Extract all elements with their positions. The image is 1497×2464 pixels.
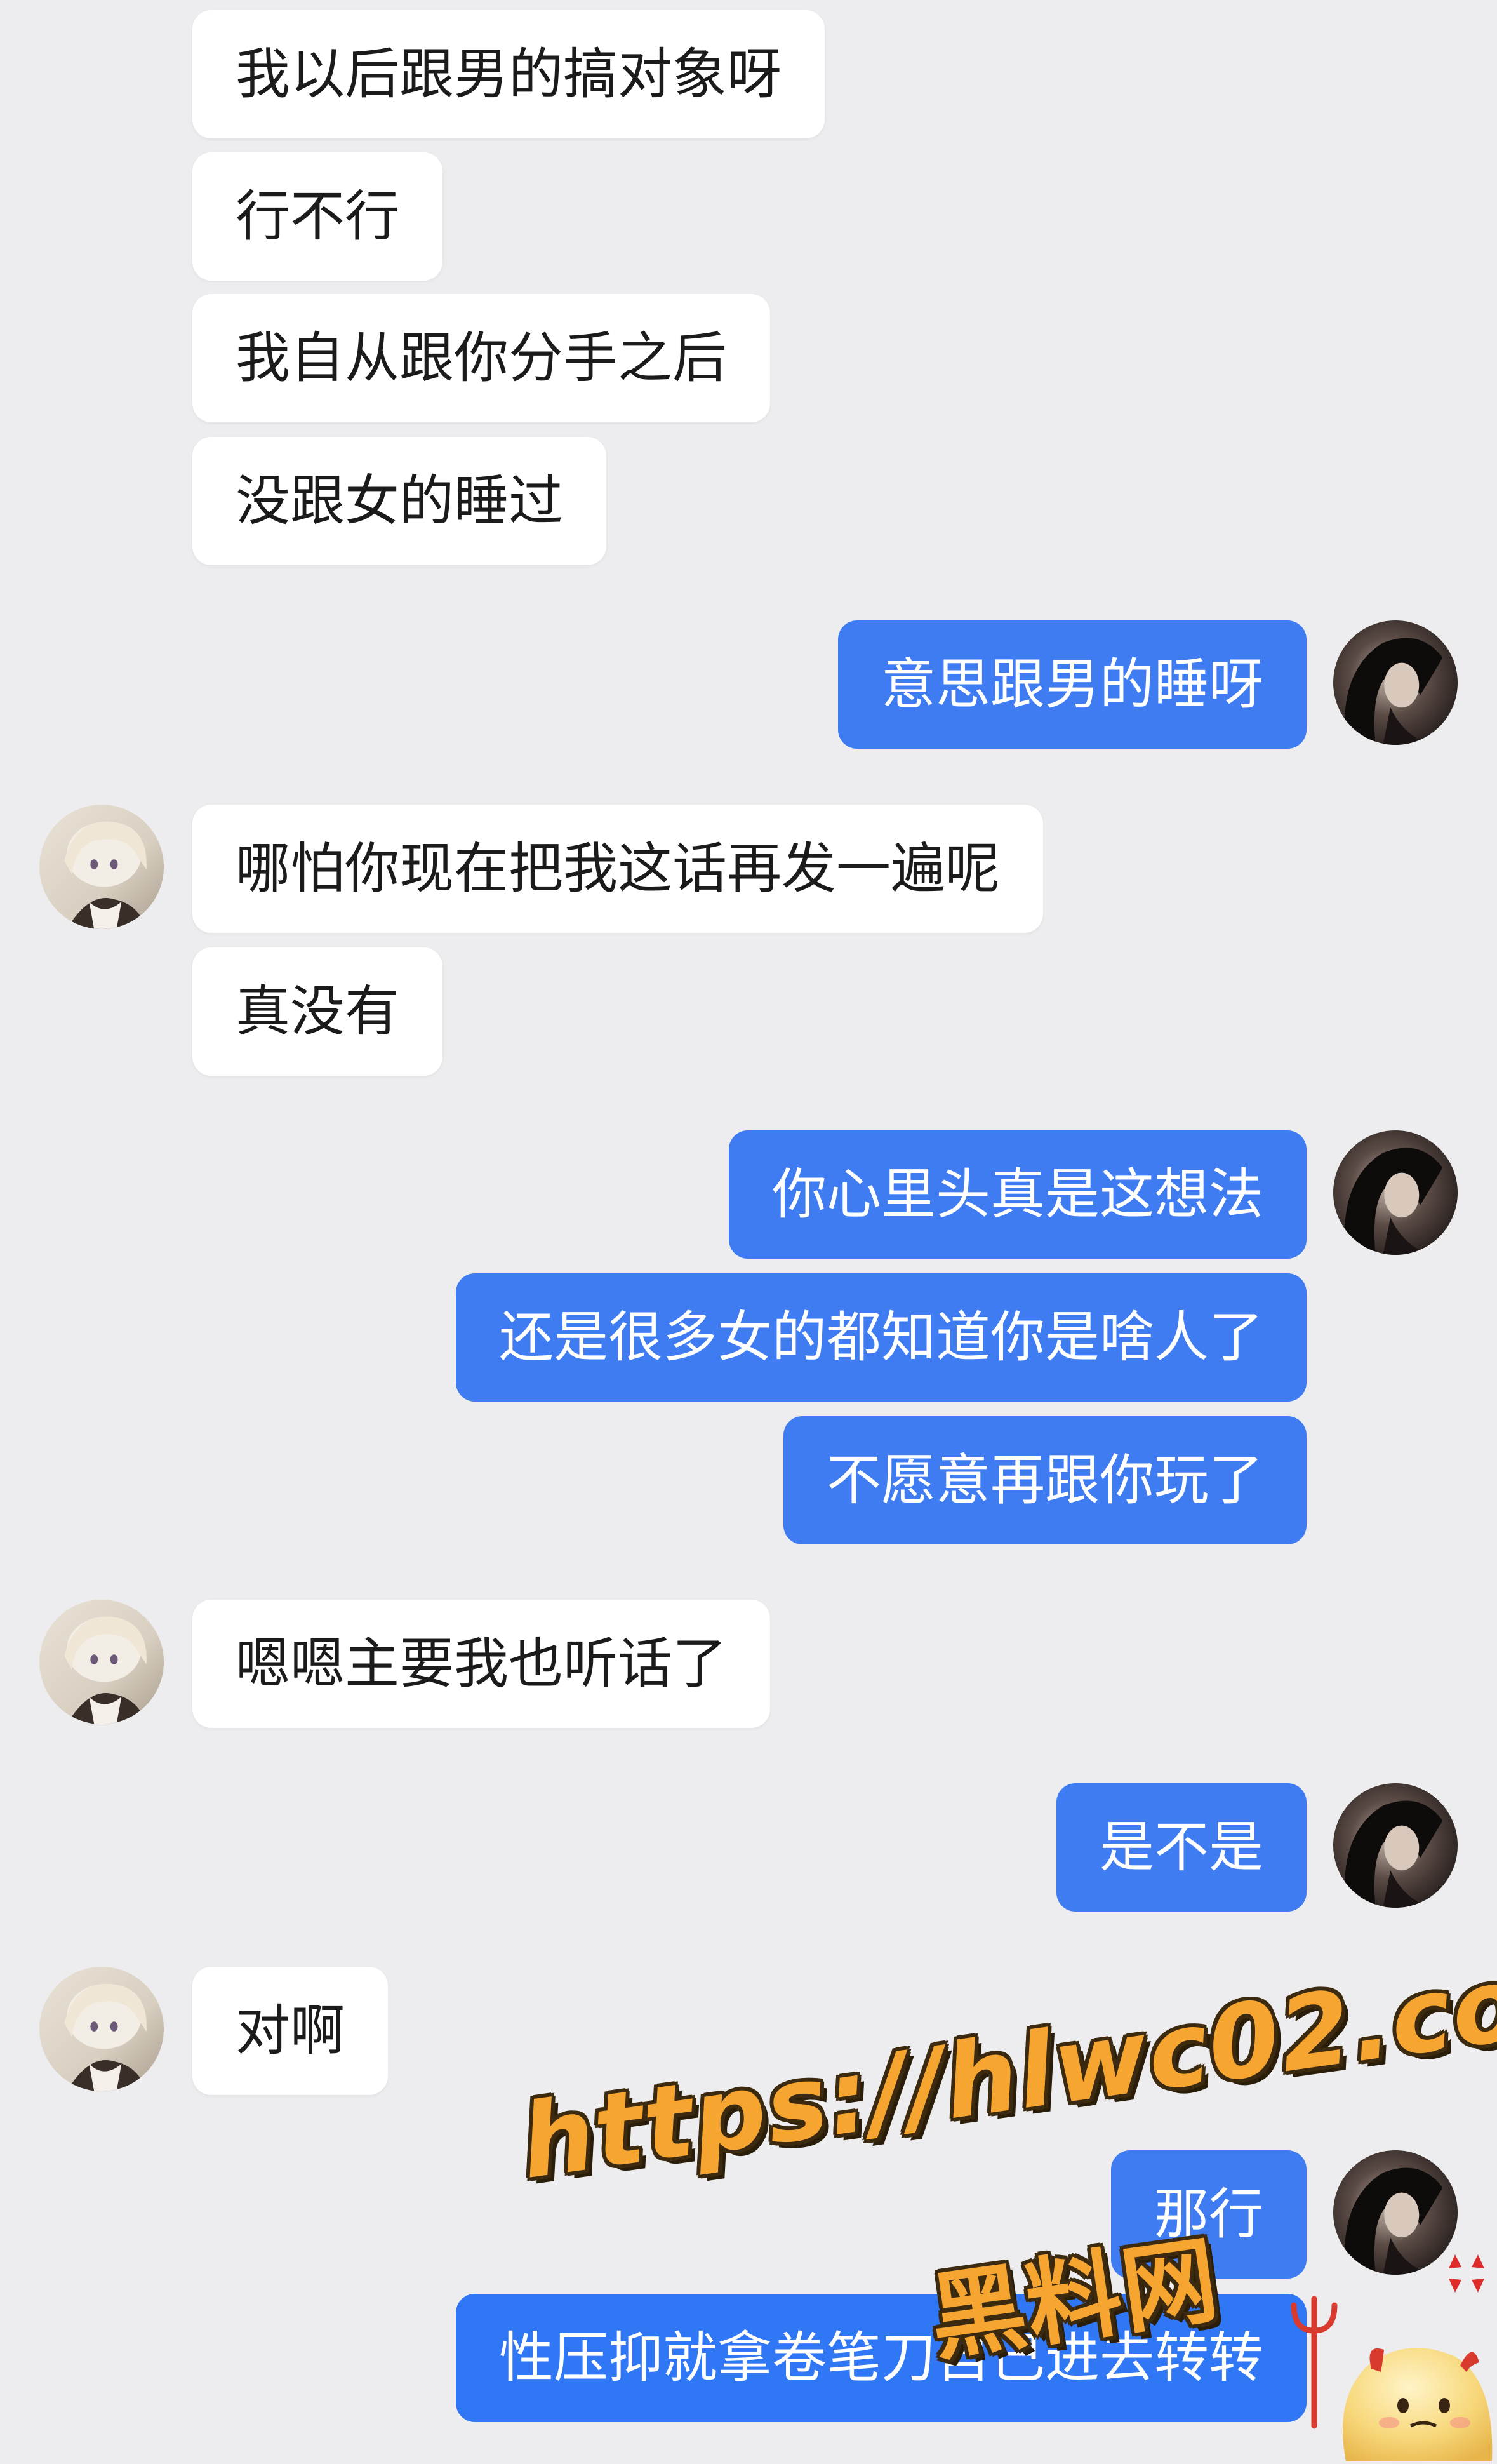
- message-bubble-incoming[interactable]: 真没有: [192, 947, 442, 1076]
- message-bubble-incoming[interactable]: 行不行: [192, 152, 442, 281]
- contact-avatar[interactable]: [39, 805, 164, 929]
- watermark-url: https://hlwc02.com: [513, 1928, 1497, 2202]
- message-bubble-incoming[interactable]: 对啊: [192, 1967, 388, 2095]
- contact-avatar[interactable]: [39, 1600, 164, 1724]
- my-avatar[interactable]: [1333, 1130, 1458, 1255]
- anime-girl-avatar-icon: [39, 1967, 164, 2091]
- dark-hair-girl-avatar-icon: [1333, 1130, 1458, 1255]
- message-bubble-incoming[interactable]: 嗯嗯主要我也听话了: [192, 1600, 770, 1728]
- message-bubble-outgoing[interactable]: 你心里头真是这想法: [729, 1130, 1307, 1259]
- message-bubble-incoming[interactable]: 我以后跟男的搞对象呀: [192, 10, 825, 138]
- message-bubble-outgoing[interactable]: 还是很多女的都知道你是啥人了: [456, 1273, 1307, 1402]
- my-avatar[interactable]: [1333, 620, 1458, 745]
- anime-girl-avatar-icon: [39, 1600, 164, 1724]
- anime-girl-avatar-icon: [39, 805, 164, 929]
- message-bubble-incoming[interactable]: 没跟女的睡过: [192, 437, 606, 565]
- dark-hair-girl-avatar-icon: [1333, 620, 1458, 745]
- message-bubble-outgoing[interactable]: 意思跟男的睡呀: [838, 620, 1307, 749]
- message-bubble-outgoing[interactable]: 不愿意再跟你玩了: [783, 1416, 1307, 1544]
- dark-hair-girl-avatar-icon: [1333, 1783, 1458, 1908]
- message-bubble-incoming[interactable]: 哪怕你现在把我这话再发一遍呢: [192, 805, 1043, 933]
- message-bubble-incoming[interactable]: 我自从跟你分手之后: [192, 294, 770, 422]
- message-bubble-outgoing[interactable]: 是不是: [1056, 1783, 1307, 1912]
- my-avatar[interactable]: [1333, 1783, 1458, 1908]
- contact-avatar[interactable]: [39, 1967, 164, 2091]
- angry-mascot-icon: [1276, 2235, 1497, 2461]
